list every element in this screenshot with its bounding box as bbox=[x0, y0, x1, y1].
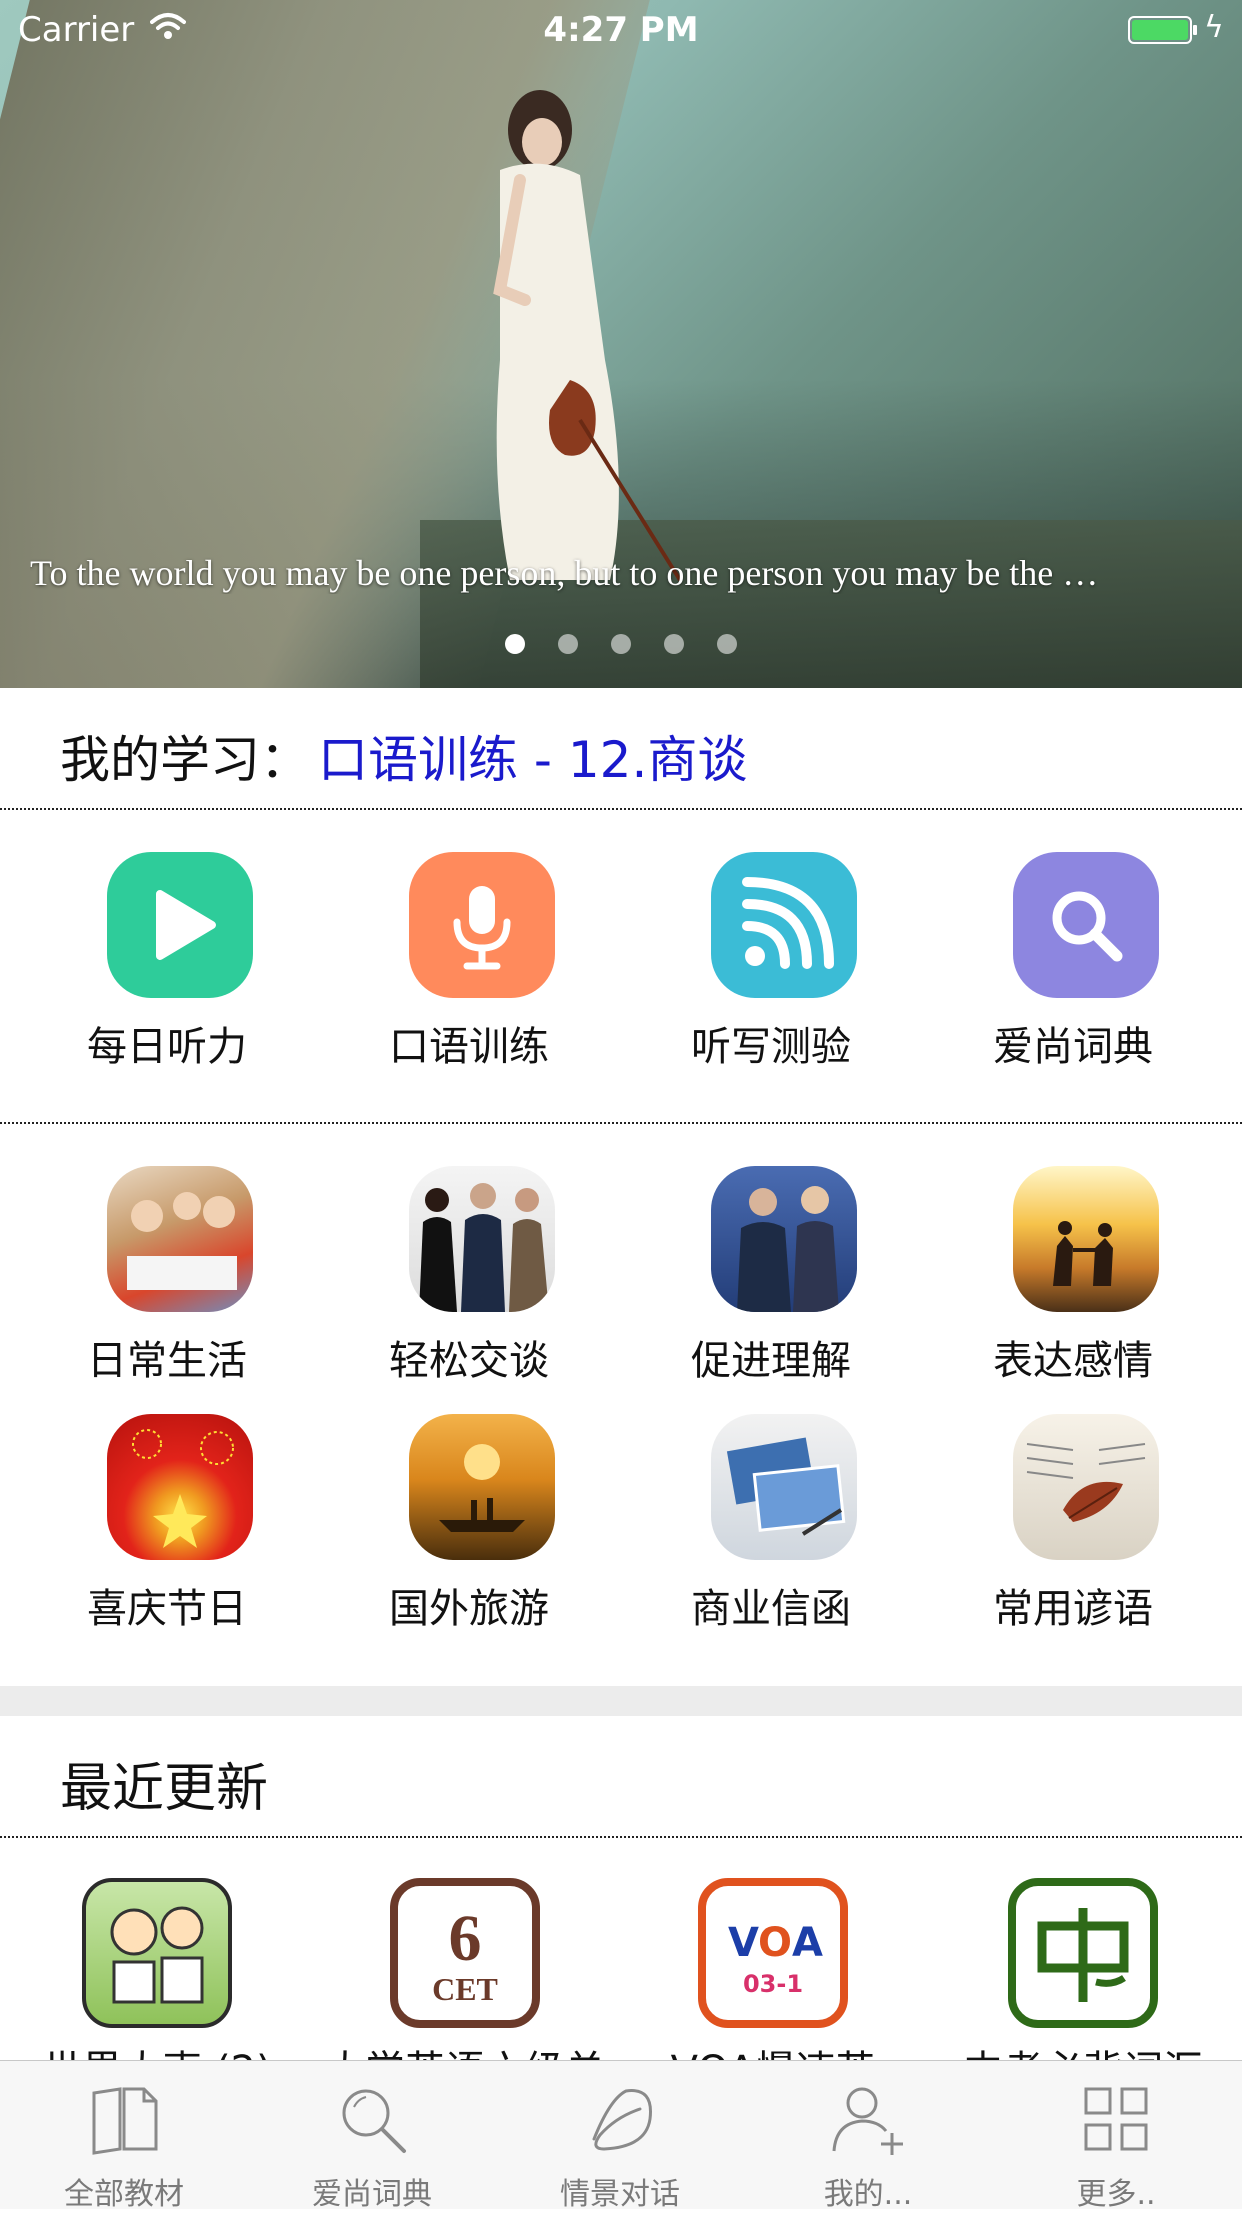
conversation-photo-icon[interactable] bbox=[711, 1166, 857, 1312]
business-handshake-photo-icon[interactable] bbox=[409, 1166, 555, 1312]
tab-label: 更多.. bbox=[1076, 2177, 1156, 2212]
topic-label: 轻松交谈 bbox=[389, 1338, 549, 1384]
page-dot[interactable] bbox=[611, 634, 631, 654]
feature-label: 爱尚词典 bbox=[993, 1024, 1153, 1070]
banner-caption: To the world you may be one person, but … bbox=[30, 553, 1099, 593]
family-photo-icon[interactable] bbox=[107, 1166, 253, 1312]
status-time: 4:27 PM bbox=[543, 10, 699, 50]
book-label: 世界大声 (2) bbox=[2, 2038, 312, 2060]
topic-label: 表达感情 bbox=[993, 1338, 1153, 1384]
tab-label: 全部教材 bbox=[64, 2177, 184, 2212]
banner-carousel[interactable]: Carrier 4:27 PM ϟ To the world you may b… bbox=[0, 0, 1242, 688]
recent-updates-title: 最近更新 bbox=[60, 1759, 269, 1819]
bottom-tab-bar: 全部教材 爱尚词典 情景对话 我的... 更多.. bbox=[0, 2060, 1242, 2212]
book-label: VOA慢速英 bbox=[618, 2038, 928, 2060]
tab-scenario-dialogue[interactable]: 情景对话 bbox=[496, 2061, 744, 2212]
topic-label: 国外旅游 bbox=[389, 1586, 549, 1632]
topic-label: 促进理解 bbox=[691, 1338, 851, 1384]
svg-text:03-1: 03-1 bbox=[743, 1970, 803, 1998]
book-label: 中考必背词汇 bbox=[928, 2038, 1238, 2060]
tab-mine[interactable]: 我的... bbox=[744, 2061, 992, 2212]
feature-grid: 每日听力 口语训练 听写测验 爱尚词典 bbox=[0, 812, 1242, 1124]
book-label: 大学英语六级单 bbox=[310, 2038, 620, 2060]
sunset-couple-photo-icon[interactable] bbox=[1013, 1166, 1159, 1312]
feature-label: 每日听力 bbox=[87, 1024, 247, 1070]
recent-updates-grid: 世界大声 (2) 6 CET 大学英语六级单 V O A 03-1 VOA慢速英 bbox=[0, 1838, 1242, 2060]
rss-icon[interactable] bbox=[711, 852, 857, 998]
feature-label: 听写测验 bbox=[691, 1024, 851, 1070]
svg-text:O: O bbox=[758, 1920, 792, 1966]
recent-updates-header: 最近更新 bbox=[0, 1716, 1242, 1838]
page-dot[interactable] bbox=[557, 634, 578, 654]
tab-label: 爱尚词典 bbox=[312, 2177, 432, 2212]
carousel-page-indicator[interactable] bbox=[0, 634, 1242, 658]
play-icon[interactable] bbox=[107, 852, 253, 998]
tab-label: 情景对话 bbox=[560, 2177, 680, 2212]
documents-icon bbox=[92, 2087, 158, 2155]
topic-label: 喜庆节日 bbox=[87, 1586, 247, 1632]
my-study-row[interactable]: 我的学习： 口语训练 - 12.商谈 bbox=[0, 688, 1242, 810]
svg-text:A: A bbox=[792, 1920, 823, 1966]
feature-label: 口语训练 bbox=[389, 1024, 549, 1070]
topic-label: 常用谚语 bbox=[993, 1586, 1153, 1632]
tab-dictionary[interactable]: 爱尚词典 bbox=[248, 2061, 496, 2212]
topic-label: 日常生活 bbox=[87, 1338, 247, 1384]
tab-more[interactable]: 更多.. bbox=[992, 2061, 1240, 2212]
page-dot[interactable] bbox=[717, 634, 738, 654]
status-bar: Carrier 4:27 PM ϟ bbox=[0, 0, 1242, 60]
microphone-icon[interactable] bbox=[409, 852, 555, 998]
svg-text:6: 6 bbox=[449, 1902, 482, 1975]
page-dot[interactable] bbox=[664, 634, 685, 654]
banner-girl-violin-illustration bbox=[493, 90, 682, 582]
my-study-course-link[interactable]: 口语训练 - 12.商谈 bbox=[318, 720, 747, 792]
my-study-label: 我的学习： bbox=[60, 731, 310, 789]
book-leaf-photo-icon[interactable] bbox=[1013, 1414, 1159, 1560]
script-d-icon bbox=[592, 2089, 652, 2151]
charging-bolt-icon: ϟ bbox=[1204, 10, 1224, 45]
battery-icon bbox=[1128, 16, 1197, 44]
svg-text:CET: CET bbox=[432, 1971, 498, 2007]
tab-label: 我的... bbox=[823, 2177, 913, 2212]
add-user-icon bbox=[832, 2087, 903, 2155]
fireworks-photo-icon[interactable] bbox=[107, 1414, 253, 1560]
section-divider bbox=[0, 1686, 1242, 1716]
search-icon[interactable] bbox=[1013, 852, 1159, 998]
boat-sunset-photo-icon[interactable] bbox=[409, 1414, 555, 1560]
search-icon bbox=[342, 2089, 406, 2153]
zhong-cover-icon[interactable] bbox=[1008, 1878, 1158, 2028]
cet6-cover-icon[interactable]: 6 CET bbox=[390, 1878, 540, 2028]
envelopes-photo-icon[interactable] bbox=[711, 1414, 857, 1560]
cartoon-kids-cover-icon[interactable] bbox=[82, 1878, 232, 2028]
grid-icon bbox=[1084, 2087, 1148, 2151]
voa-cover-icon[interactable]: V O A 03-1 bbox=[698, 1878, 848, 2028]
page-dot[interactable] bbox=[504, 634, 525, 654]
svg-text:V: V bbox=[728, 1920, 759, 1966]
topic-label: 商业信函 bbox=[691, 1586, 851, 1632]
topic-grid: 日常生活 轻松交谈 促进理解 表达感情 喜庆节日 国外旅游 商业信函 常用谚语 bbox=[0, 1126, 1242, 1686]
tab-all-textbooks[interactable]: 全部教材 bbox=[0, 2061, 248, 2212]
